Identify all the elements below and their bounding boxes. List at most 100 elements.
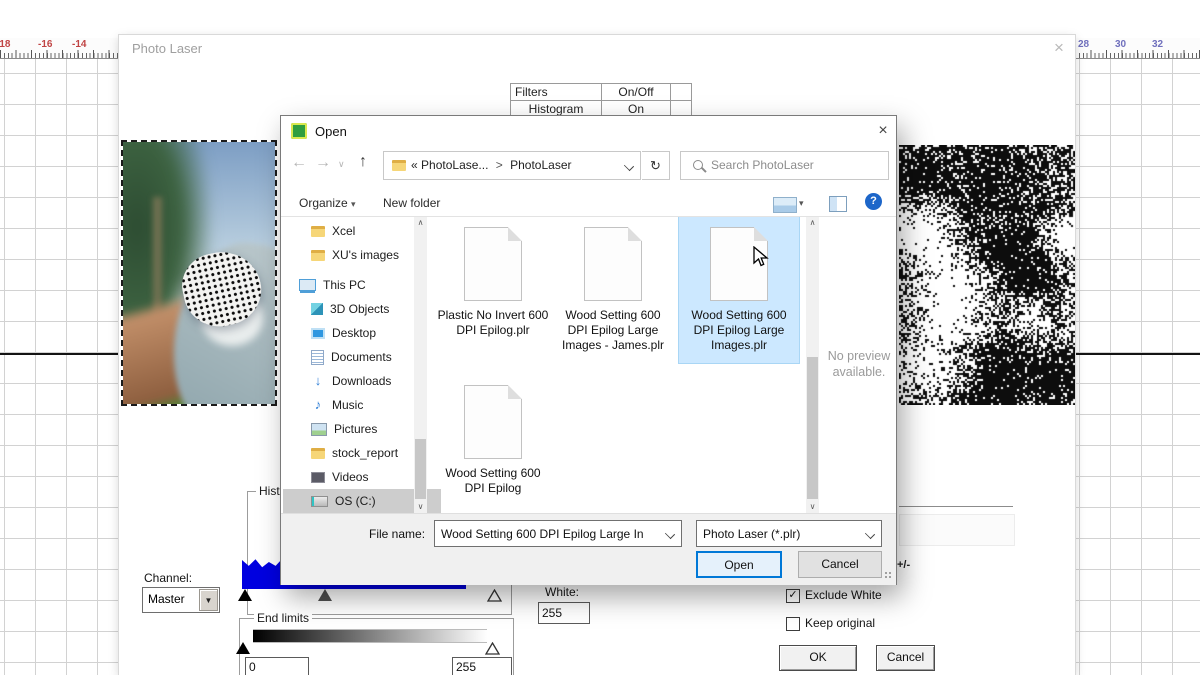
scroll-up-icon[interactable]: ∧ xyxy=(414,217,427,229)
close-icon[interactable]: × xyxy=(1047,37,1071,59)
sidebar-item-label: Downloads xyxy=(332,374,391,388)
search-icon xyxy=(693,160,703,170)
histogram-slider-mid[interactable] xyxy=(318,589,332,601)
change-view-icon[interactable] xyxy=(773,197,797,213)
refresh-icon: ↻ xyxy=(650,158,661,173)
ruler-tick-label: -16 xyxy=(38,39,52,50)
new-folder-button[interactable]: New folder xyxy=(383,196,440,210)
refresh-button[interactable]: ↻ xyxy=(642,151,670,180)
address-dropdown-icon[interactable] xyxy=(624,161,634,171)
filters-table: Filters On/Off Histogram On xyxy=(510,83,692,118)
desktop-monitor-icon xyxy=(311,328,325,339)
channel-label: Channel: xyxy=(144,571,192,585)
3d-box-icon xyxy=(311,303,323,315)
breadcrumb-separator: > xyxy=(492,158,507,172)
photo-trunk xyxy=(153,197,162,322)
end-limit-high-handle[interactable] xyxy=(485,642,500,655)
ruler-tick-label: 32 xyxy=(1152,39,1163,50)
open-dialog-icon xyxy=(291,123,307,139)
right-panel-field xyxy=(899,514,1015,546)
file-item-wood-setting-james[interactable]: Wood Setting 600 DPI Epilog Large Images… xyxy=(553,217,673,353)
dialog-cancel-button[interactable]: Cancel xyxy=(798,551,882,578)
horizontal-ruler-right: 28 30 32 xyxy=(1075,38,1200,59)
open-dialog-title: Open xyxy=(315,124,347,139)
scroll-down-icon[interactable]: ∨ xyxy=(806,501,819,513)
ruler-tick-label: 30 xyxy=(1115,39,1126,50)
drive-icon xyxy=(311,496,328,507)
sidebar-item-label: XU's images xyxy=(332,248,399,262)
file-name: Wood Setting 600 DPI Epilog xyxy=(436,466,550,496)
file-list-scrollbar[interactable]: ∧ ∨ xyxy=(806,217,819,513)
file-name-input[interactable]: Wood Setting 600 DPI Epilog Large In xyxy=(434,520,682,547)
file-item-wood-setting-large-images[interactable]: Wood Setting 600 DPI Epilog Large Images… xyxy=(679,217,799,363)
histogram-slider-low[interactable] xyxy=(238,589,252,601)
source-photo-selection[interactable] xyxy=(121,140,277,406)
file-type-dropdown[interactable]: Photo Laser (*.plr) xyxy=(696,520,882,547)
resize-grip[interactable] xyxy=(884,571,893,580)
forward-icon[interactable]: → xyxy=(315,154,331,172)
folder-icon xyxy=(311,448,325,459)
plr-file-icon xyxy=(464,385,522,459)
cancel-button[interactable]: Cancel xyxy=(876,645,935,671)
workspace-grid-left xyxy=(0,59,119,675)
breadcrumb: « PhotoLase... > PhotoLaser xyxy=(411,158,572,172)
plr-file-icon xyxy=(584,227,642,301)
mouse-cursor xyxy=(753,246,769,268)
chevron-down-icon[interactable] xyxy=(865,529,875,539)
sidebar-item-label: Music xyxy=(332,398,363,412)
workspace-grid-right xyxy=(1075,59,1200,675)
document-icon xyxy=(311,350,324,365)
horizontal-ruler-left: -18 -16 -14 xyxy=(0,38,119,59)
sidebar-item-label: Documents xyxy=(331,350,392,364)
end-limit-high-input[interactable] xyxy=(452,657,512,675)
up-icon[interactable]: ↑ xyxy=(359,153,367,171)
filters-header-stub xyxy=(671,84,692,101)
sidebar-item-label: 3D Objects xyxy=(330,302,389,316)
onoff-header: On/Off xyxy=(602,84,671,101)
sidebar-item-label: stock_report xyxy=(332,446,398,460)
address-bar[interactable]: « PhotoLase... > PhotoLaser xyxy=(383,151,641,180)
exclude-white-label: Exclude White xyxy=(805,588,882,602)
chevron-down-icon[interactable] xyxy=(665,529,675,539)
sidebar-item-label: Desktop xyxy=(332,326,376,340)
end-limit-low-handle[interactable] xyxy=(236,642,250,654)
search-box[interactable]: Search PhotoLaser xyxy=(680,151,889,180)
computer-icon xyxy=(299,279,316,291)
sidebar-scrollbar[interactable]: ∧ ∨ xyxy=(414,217,427,513)
sidebar-item-label: Videos xyxy=(332,470,368,484)
guideline-right xyxy=(1075,353,1200,355)
preview-pane-icon[interactable] xyxy=(829,196,847,212)
history-dropdown-icon[interactable]: ∨ xyxy=(338,159,345,170)
ruler-tick-label: 28 xyxy=(1078,39,1089,50)
end-limit-low-input[interactable] xyxy=(245,657,309,675)
dropdown-arrow-icon[interactable]: ▼ xyxy=(199,589,218,611)
view-caret-icon[interactable]: ▾ xyxy=(799,198,804,209)
window-title: Photo Laser xyxy=(132,41,202,56)
file-item-plastic-no-invert[interactable]: Plastic No Invert 600 DPI Epilog.plr xyxy=(433,217,553,338)
film-icon xyxy=(311,472,325,483)
end-limits-gradient xyxy=(253,629,487,643)
breadcrumb-current[interactable]: PhotoLaser xyxy=(510,158,571,172)
organize-button[interactable]: Organize ▾ xyxy=(299,196,356,210)
filters-header: Filters xyxy=(511,84,602,101)
back-icon[interactable]: ← xyxy=(291,154,307,172)
exclude-white-checkbox[interactable]: ✓ xyxy=(786,589,800,603)
ruler-tick-label: -18 xyxy=(0,39,10,50)
sidebar-item-this-pc[interactable]: This PC xyxy=(283,273,429,297)
scroll-down-icon[interactable]: ∨ xyxy=(414,501,427,513)
file-item-wood-setting[interactable]: Wood Setting 600 DPI Epilog xyxy=(433,375,553,496)
close-icon[interactable]: × xyxy=(871,120,895,142)
ok-button[interactable]: OK xyxy=(779,645,857,671)
file-list: Plastic No Invert 600 DPI Epilog.plr Woo… xyxy=(429,217,803,513)
open-button[interactable]: Open xyxy=(696,551,782,578)
scroll-up-icon[interactable]: ∧ xyxy=(806,217,819,229)
help-icon[interactable]: ? xyxy=(865,193,882,210)
white-input[interactable] xyxy=(538,602,590,624)
keep-original-checkbox[interactable] xyxy=(786,617,800,631)
breadcrumb-parent[interactable]: PhotoLase... xyxy=(421,158,488,172)
file-name: Plastic No Invert 600 DPI Epilog.plr xyxy=(436,308,550,338)
channel-dropdown[interactable]: Master ▼ xyxy=(142,587,220,613)
scrollbar-thumb[interactable] xyxy=(415,439,426,499)
scrollbar-thumb[interactable] xyxy=(807,357,818,499)
histogram-slider-high[interactable] xyxy=(487,589,502,602)
